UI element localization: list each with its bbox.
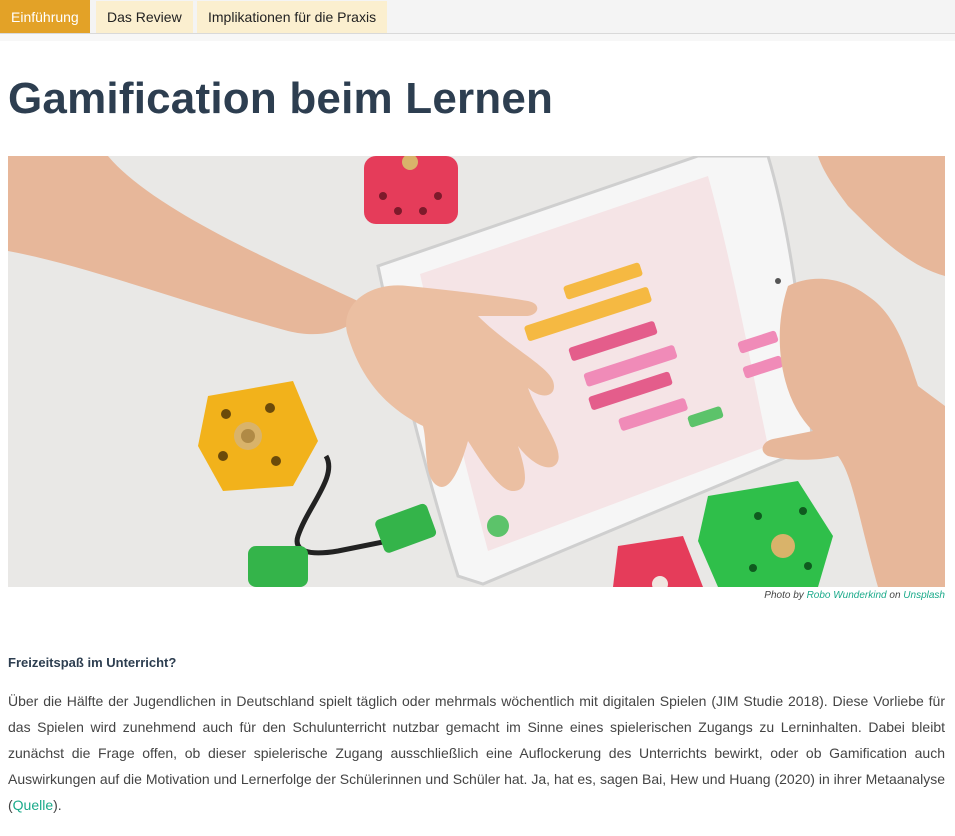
hero-image	[8, 156, 945, 587]
section-paragraph: Über die Hälfte der Jugendlichen in Deut…	[8, 688, 945, 818]
source-link[interactable]: Quelle	[13, 797, 53, 813]
paragraph-text: Über die Hälfte der Jugendlichen in Deut…	[8, 693, 945, 813]
tab-implikationen[interactable]: Implikationen für die Praxis	[197, 1, 388, 33]
section-heading: Freizeitspaß im Unterricht?	[8, 655, 177, 670]
photo-caption: Photo by Robo Wunderkind on Unsplash	[764, 590, 945, 601]
paragraph-end: ).	[53, 797, 62, 813]
photographer-link[interactable]: Robo Wunderkind	[807, 590, 887, 601]
unsplash-link[interactable]: Unsplash	[903, 590, 945, 601]
page-title: Gamification beim Lernen	[8, 74, 554, 123]
tab-das-review[interactable]: Das Review	[96, 1, 193, 33]
caption-middle: on	[889, 590, 901, 601]
red-cube-top	[364, 156, 458, 224]
divider	[0, 34, 955, 41]
tab-einfuehrung[interactable]: Einführung	[0, 0, 90, 33]
caption-prefix: Photo by	[764, 590, 804, 601]
tab-bar: Einführung Das Review Implikationen für …	[0, 0, 955, 34]
